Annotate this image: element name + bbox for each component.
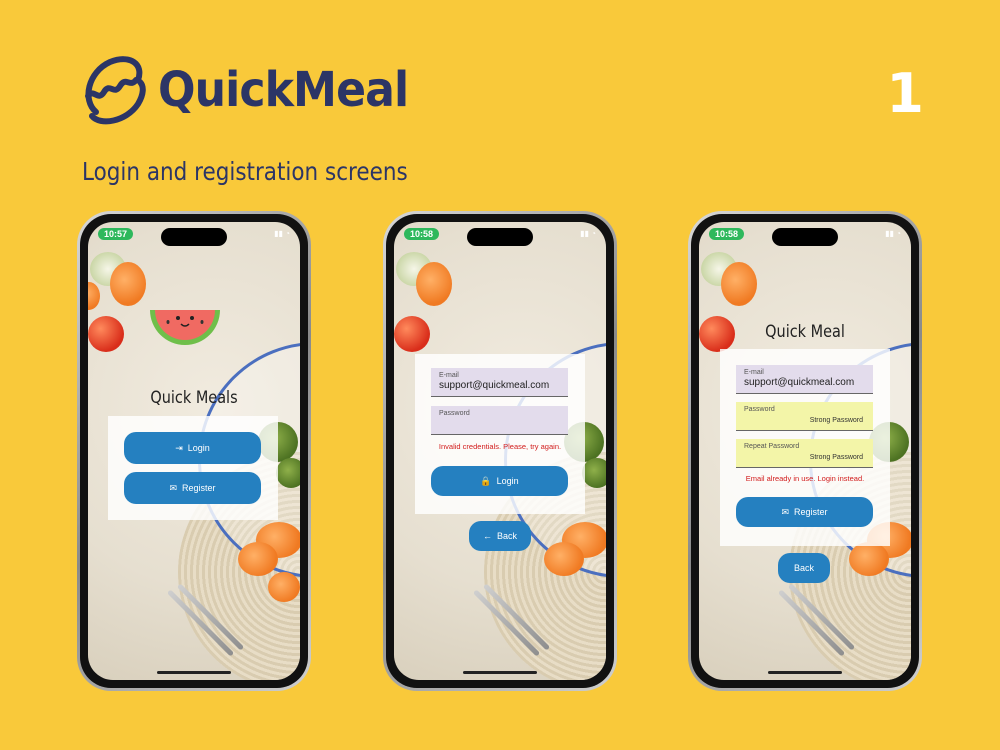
dynamic-island xyxy=(467,228,533,246)
login-card: E-mail support@quickmeal.com Password In… xyxy=(415,354,585,514)
register-button[interactable]: ✉ Register xyxy=(124,472,261,504)
phone-login: 10:58 ▮▮ ◔ E-mail support@quickmeal.com … xyxy=(383,211,617,691)
register-screen: 10:58 ▮▮ ◔ Quick Meal E-mail support@qui… xyxy=(699,222,911,680)
login-screen: 10:58 ▮▮ ◔ E-mail support@quickmeal.com … xyxy=(394,222,606,680)
watermelon-mascot-icon xyxy=(150,310,220,345)
app-title: Quick Meal xyxy=(765,322,845,342)
status-time: 10:57 xyxy=(98,228,134,240)
mail-icon: ✉ xyxy=(169,482,178,493)
home-indicator[interactable] xyxy=(463,671,537,674)
signal-battery-icon: ▮▮ ◔ xyxy=(580,229,596,238)
back-button[interactable]: Back xyxy=(778,553,830,583)
password-field[interactable]: Password xyxy=(431,406,568,435)
status-bar: 10:58 ▮▮ ◔ xyxy=(699,222,911,248)
lock-icon: 🔒 xyxy=(480,475,492,486)
login-button[interactable]: 🔒 Login xyxy=(431,466,568,496)
phone-welcome: 10:57 ▮▮ ◔ Quick Meals ⇥ Login ✉ Registe… xyxy=(77,211,311,691)
dynamic-island xyxy=(772,228,838,246)
register-button[interactable]: ✉ Register xyxy=(736,497,873,527)
mail-icon: ✉ xyxy=(781,506,790,517)
register-card: E-mail support@quickmeal.com Password St… xyxy=(720,349,890,546)
hotdog-logo-icon xyxy=(85,56,146,125)
welcome-card: ⇥ Login ✉ Register xyxy=(108,416,278,520)
status-time: 10:58 xyxy=(404,228,440,240)
signal-battery-icon: ▮▮ ◔ xyxy=(274,229,290,238)
login-icon: ⇥ xyxy=(175,442,183,453)
login-button[interactable]: ⇥ Login xyxy=(124,432,261,464)
phone-register: 10:58 ▮▮ ◔ Quick Meal E-mail support@qui… xyxy=(688,211,922,691)
welcome-screen: 10:57 ▮▮ ◔ Quick Meals ⇥ Login ✉ Registe… xyxy=(88,222,300,680)
app-title: Quick Meals xyxy=(150,388,238,408)
status-bar: 10:57 ▮▮ ◔ xyxy=(88,222,300,248)
home-indicator[interactable] xyxy=(157,671,231,674)
page-subtitle: Login and registration screens xyxy=(82,157,408,186)
repeat-password-field[interactable]: Repeat Password Strong Password xyxy=(736,439,873,468)
brand-header: QuickMeal xyxy=(78,50,430,130)
password-field[interactable]: Password Strong Password xyxy=(736,402,873,431)
home-indicator[interactable] xyxy=(768,671,842,674)
arrow-left-icon: ← xyxy=(482,531,492,541)
status-time: 10:58 xyxy=(709,228,745,240)
back-button[interactable]: ← Back xyxy=(469,521,531,551)
page-number: 1 xyxy=(886,62,924,125)
status-bar: 10:58 ▮▮ ◔ xyxy=(394,222,606,248)
email-field[interactable]: E-mail support@quickmeal.com xyxy=(736,365,873,394)
email-field[interactable]: E-mail support@quickmeal.com xyxy=(431,368,568,397)
login-error-message: Invalid credentials. Please, try again. xyxy=(438,442,562,451)
brand-name: QuickMeal xyxy=(158,62,409,118)
register-error-message: Email already in use. Login instead. xyxy=(745,474,865,483)
dynamic-island xyxy=(161,228,227,246)
signal-battery-icon: ▮▮ ◔ xyxy=(885,229,901,238)
